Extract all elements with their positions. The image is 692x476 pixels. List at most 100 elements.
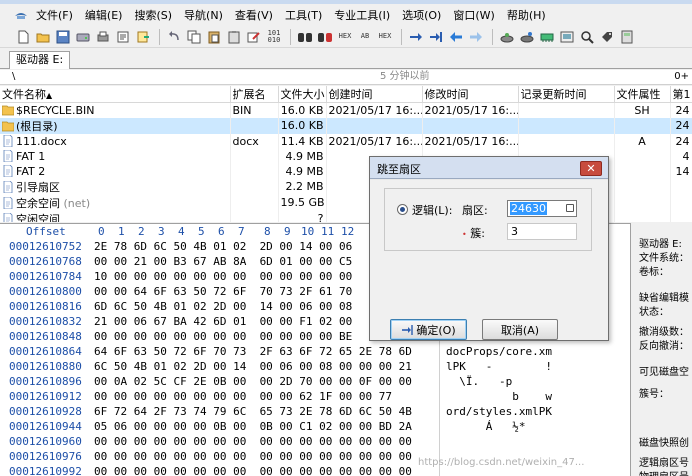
file-record-updated [518, 102, 615, 118]
column-name[interactable]: 文件名称▲ [0, 86, 231, 103]
find-text-icon[interactable]: HEX [336, 28, 354, 46]
file-icon [3, 134, 13, 147]
open-disk-icon[interactable] [74, 28, 92, 46]
image-icon[interactable] [558, 28, 576, 46]
offset-column-label: Offset [26, 225, 66, 238]
file-first-sector: 14 [670, 163, 692, 179]
info-drive: 驱动器 E: [639, 239, 682, 250]
dialog-titlebar[interactable]: 跳至扇区 ✕ [370, 157, 608, 179]
cluster-input[interactable]: 3 [507, 223, 577, 240]
info-reverse-undo: 反向撤消： [639, 341, 689, 352]
save-icon[interactable] [54, 28, 72, 46]
hex-col-10: 10 [301, 225, 315, 238]
column-first-sector[interactable]: 第1 [670, 86, 692, 103]
write-icon[interactable] [245, 28, 263, 46]
menu-view[interactable]: 查看(V) [229, 7, 279, 23]
goto-offset-icon[interactable] [407, 28, 425, 46]
clipboard-icon[interactable] [225, 28, 243, 46]
menu-edit[interactable]: 编辑(E) [79, 7, 129, 23]
menu-professional-tools[interactable]: 专业工具(I) [328, 7, 396, 23]
file-name-cell: 引导扇区 [0, 178, 231, 195]
file-row-recycle-bin[interactable]: $RECYCLE.BIN BIN 16.0 KB 2021/05/17 16:.… [0, 102, 692, 118]
hex-row[interactable]: 00012610912 00 00 00 00 00 00 00 00 00 00… [0, 390, 630, 405]
logical-radio-label[interactable]: 逻辑(L): [412, 202, 452, 218]
column-extension[interactable]: 扩展名 [230, 86, 279, 103]
menu-search[interactable]: 搜索(S) [128, 7, 178, 23]
goto-sector-dialog: 跳至扇区 ✕ 逻辑(L): 扇区: 24630 • 簇: 3 确定(O) 取消(… [369, 156, 609, 341]
column-attributes[interactable]: 文件属性 [614, 86, 671, 103]
disk-tools-icon[interactable] [498, 28, 516, 46]
file-name-cell: 111.docx [0, 133, 231, 149]
menu-help[interactable]: 帮助(H) [501, 7, 552, 23]
cancel-button[interactable]: 取消(A) [482, 319, 558, 340]
current-path: \ [12, 71, 16, 82]
item-count: 0+ [674, 71, 689, 82]
search-icon[interactable] [578, 28, 596, 46]
properties-icon[interactable] [114, 28, 132, 46]
file-row-root-dir[interactable]: (根目录) 16.0 KB 24 [0, 117, 692, 134]
sector-input[interactable]: 24630 [507, 200, 577, 217]
tab-drive-e[interactable]: 驱动器 E: [9, 51, 71, 69]
hex-row[interactable]: 00012610960 00 00 00 00 00 00 00 00 00 00… [0, 435, 630, 450]
hex-row[interactable]: 00012610864 64 6F 63 50 72 6F 70 73 2F 63… [0, 345, 630, 360]
column-modified[interactable]: 修改时间 [422, 86, 519, 103]
ok-button[interactable]: 确定(O) [390, 319, 467, 340]
goto-sector-icon[interactable] [427, 28, 445, 46]
hex-bytes: 2E 78 6D 6C 50 4B 01 02 2D 00 14 00 06 [94, 240, 353, 253]
hex-offset: 00012610768 [9, 255, 82, 268]
spin-icon[interactable] [566, 204, 574, 212]
close-icon[interactable]: ✕ [580, 161, 602, 176]
file-ext [230, 148, 279, 164]
menu-options[interactable]: 选项(O) [396, 7, 447, 23]
replace-hex-icon[interactable]: HEX [376, 28, 394, 46]
copy-icon[interactable] [185, 28, 203, 46]
disk-editor-icon[interactable] [518, 28, 536, 46]
menu-window[interactable]: 窗口(W) [447, 7, 500, 23]
info-physical-sector: 物理扇区号 [639, 468, 689, 476]
hex-row[interactable]: 00012610880 6C 50 4B 01 02 2D 00 14 00 06… [0, 360, 630, 375]
paste-icon[interactable] [205, 28, 223, 46]
tag-icon[interactable] [598, 28, 616, 46]
app-menu-icon[interactable] [14, 10, 28, 21]
hex-row[interactable]: 00012610928 6F 72 64 2F 73 74 79 6C 65 73… [0, 405, 630, 420]
binary-icon[interactable]: 101 010 [265, 28, 283, 46]
find-hex-icon[interactable] [316, 28, 334, 46]
dialog-body: 逻辑(L): 扇区: 24630 • 簇: 3 确定(O) 取消(A) [370, 180, 608, 340]
hex-row[interactable]: 00012610896 00 0A 02 5C CF 2E 0B 00 00 2D… [0, 375, 630, 390]
undo-icon[interactable] [165, 28, 183, 46]
hex-row[interactable]: 00012610944 05 06 00 00 00 00 0B 00 0B 00… [0, 420, 630, 435]
file-first-sector: 24 [670, 133, 692, 149]
info-logical-sector: 逻辑扇区号 [639, 458, 689, 469]
file-attr [614, 210, 671, 222]
calculator-icon[interactable] [618, 28, 636, 46]
hex-col-11: 11 [321, 225, 335, 238]
column-created[interactable]: 创建时间 [326, 86, 423, 103]
column-record-updated[interactable]: 记录更新时间 [518, 86, 615, 103]
export-icon[interactable] [134, 28, 152, 46]
print-icon[interactable] [94, 28, 112, 46]
back-icon[interactable] [447, 28, 465, 46]
hex-offset: 00012610864 [9, 345, 82, 358]
column-size[interactable]: 文件大小 [278, 86, 327, 103]
menu-navigate[interactable]: 导航(N) [178, 7, 229, 23]
open-folder-icon[interactable] [34, 28, 52, 46]
toolbar-separator [159, 28, 160, 45]
hex-offset: 00012610752 [9, 240, 82, 253]
find-icon[interactable] [296, 28, 314, 46]
info-visible-disk-space: 可见磁盘空 [639, 367, 689, 378]
menu-tools[interactable]: 工具(T) [279, 7, 328, 23]
file-size: 11.4 KB [278, 133, 327, 149]
new-file-icon[interactable] [14, 28, 32, 46]
sector-label: 扇区: [462, 204, 488, 217]
forward-icon[interactable] [467, 28, 485, 46]
hex-bytes: 00 00 00 00 00 00 00 00 00 00 00 00 00 0… [94, 450, 412, 463]
replace-icon[interactable]: AB [356, 28, 374, 46]
file-row-111-docx[interactable]: 111.docx docx 11.4 KB 2021/05/17 16:... … [0, 133, 692, 149]
file-size: 16.0 KB [278, 117, 327, 134]
logical-radio[interactable] [397, 204, 408, 215]
file-name: 空闲空间 [16, 212, 60, 223]
ram-icon[interactable] [538, 28, 556, 46]
file-ext [230, 210, 279, 222]
menu-file[interactable]: 文件(F) [30, 7, 79, 23]
file-modified [422, 117, 519, 134]
